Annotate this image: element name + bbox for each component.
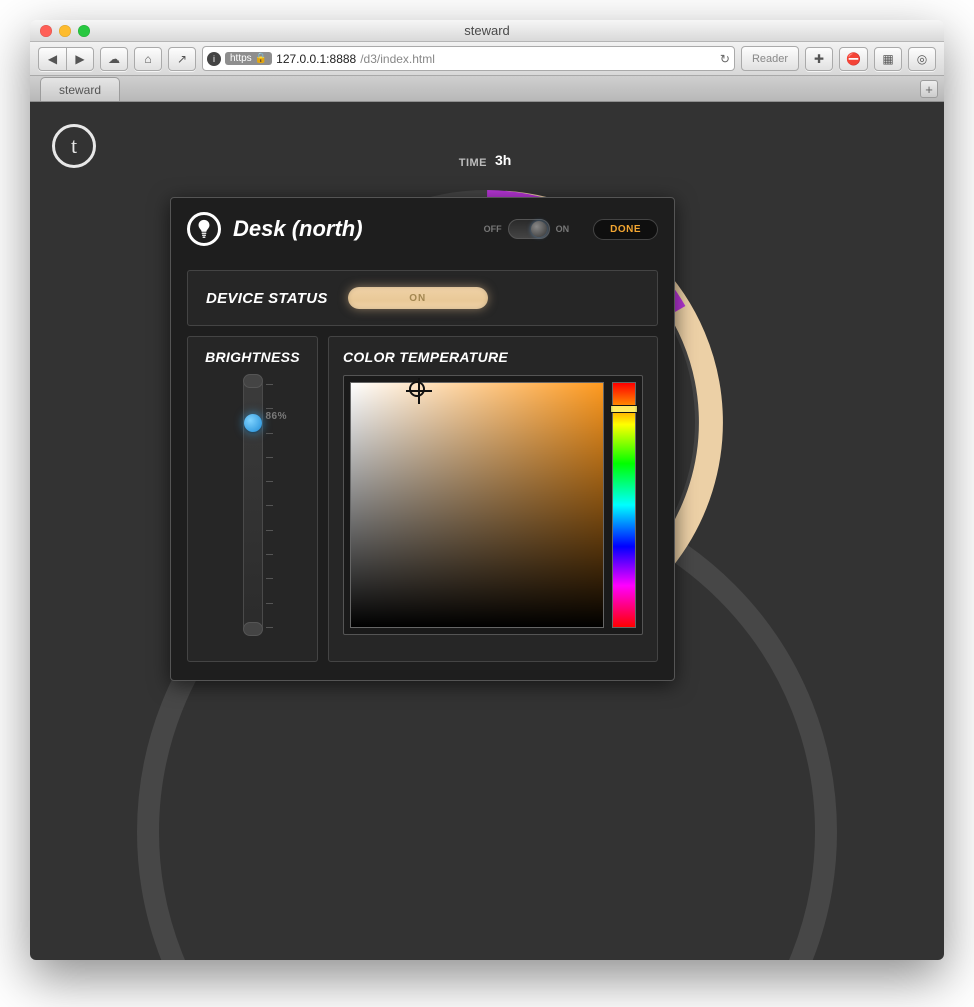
- brightness-value: 86%: [266, 411, 288, 422]
- device-modal: Desk (north) OFF ON DONE DEVICE STATUS O…: [170, 197, 675, 681]
- modal-header: Desk (north) OFF ON DONE: [187, 212, 658, 246]
- device-name: Desk (north): [233, 216, 363, 242]
- tab-bar: steward +: [30, 76, 944, 102]
- brightness-label: BRIGHTNESS: [205, 349, 300, 365]
- power-toggle-group: OFF ON: [484, 219, 570, 239]
- icloud-button[interactable]: ☁: [100, 47, 128, 71]
- window-title: steward: [30, 23, 944, 38]
- extension-button-1[interactable]: ✚: [805, 47, 833, 71]
- color-temperature-label: COLOR TEMPERATURE: [343, 349, 643, 365]
- slider-handle[interactable]: [244, 414, 262, 432]
- extension-button-3[interactable]: ▦: [874, 47, 902, 71]
- share-icon: ↗: [177, 52, 187, 66]
- extension-button-4[interactable]: ◎: [908, 47, 936, 71]
- toggle-knob: [531, 221, 547, 237]
- hue-thumb[interactable]: [610, 405, 638, 413]
- new-tab-button[interactable]: +: [920, 80, 938, 98]
- toggle-on-label: ON: [556, 224, 570, 234]
- page-content: t TIME 3h: [30, 102, 944, 960]
- browser-toolbar: ◀ ▶ ☁ ⌂ ↗ i https 🔒 127.0.0.1:8888 /d3/i…: [30, 42, 944, 76]
- lightbulb-icon: [187, 212, 221, 246]
- time-value: 3h: [495, 152, 511, 168]
- app-logo-letter: t: [71, 133, 77, 159]
- brightness-slider[interactable]: 86%: [218, 375, 288, 645]
- device-status-value: ON: [409, 293, 426, 304]
- url-host: 127.0.0.1:8888: [276, 52, 356, 66]
- slider-cap-bottom: [243, 622, 263, 636]
- share-button[interactable]: ↗: [168, 47, 196, 71]
- device-status-card: DEVICE STATUS ON: [187, 270, 658, 326]
- tab-steward[interactable]: steward: [40, 77, 120, 101]
- forward-button[interactable]: ▶: [66, 47, 94, 71]
- done-button[interactable]: DONE: [593, 219, 658, 240]
- back-button[interactable]: ◀: [38, 47, 66, 71]
- color-temperature-panel: COLOR TEMPERATURE: [328, 336, 658, 662]
- scheme-pill: https 🔒: [225, 52, 272, 65]
- browser-window: ⤡ steward ◀ ▶ ☁ ⌂ ↗ i https 🔒 127.0.: [30, 20, 944, 960]
- extension-button-2[interactable]: ⛔: [839, 47, 868, 71]
- slider-cap-top: [243, 374, 263, 388]
- brightness-panel: BRIGHTNESS 86%: [187, 336, 318, 662]
- titlebar: steward: [30, 20, 944, 42]
- tab-label: steward: [59, 83, 101, 97]
- device-status-pill: ON: [348, 287, 488, 309]
- control-panels: BRIGHTNESS 86%: [187, 336, 658, 662]
- saturation-value-box[interactable]: [350, 382, 604, 628]
- color-picker: [343, 375, 643, 635]
- hue-slider[interactable]: [612, 382, 636, 628]
- sv-cursor-icon[interactable]: [409, 381, 425, 397]
- reader-button[interactable]: Reader: [741, 46, 799, 71]
- reload-button[interactable]: ↻: [720, 52, 730, 66]
- device-status-label: DEVICE STATUS: [206, 290, 328, 307]
- address-bar[interactable]: i https 🔒 127.0.0.1:8888 /d3/index.html …: [202, 46, 735, 71]
- toggle-off-label: OFF: [484, 224, 502, 234]
- home-button[interactable]: ⌂: [134, 47, 162, 71]
- power-toggle[interactable]: [508, 219, 550, 239]
- cloud-icon: ☁: [108, 52, 120, 66]
- app-logo[interactable]: t: [52, 124, 96, 168]
- site-info-icon: i: [207, 52, 221, 66]
- slider-track: [243, 375, 263, 635]
- nav-buttons: ◀ ▶: [38, 47, 94, 71]
- home-icon: ⌂: [144, 52, 151, 66]
- url-path: /d3/index.html: [360, 52, 435, 66]
- time-label: TIME: [459, 157, 487, 169]
- lock-icon: 🔒: [255, 53, 267, 64]
